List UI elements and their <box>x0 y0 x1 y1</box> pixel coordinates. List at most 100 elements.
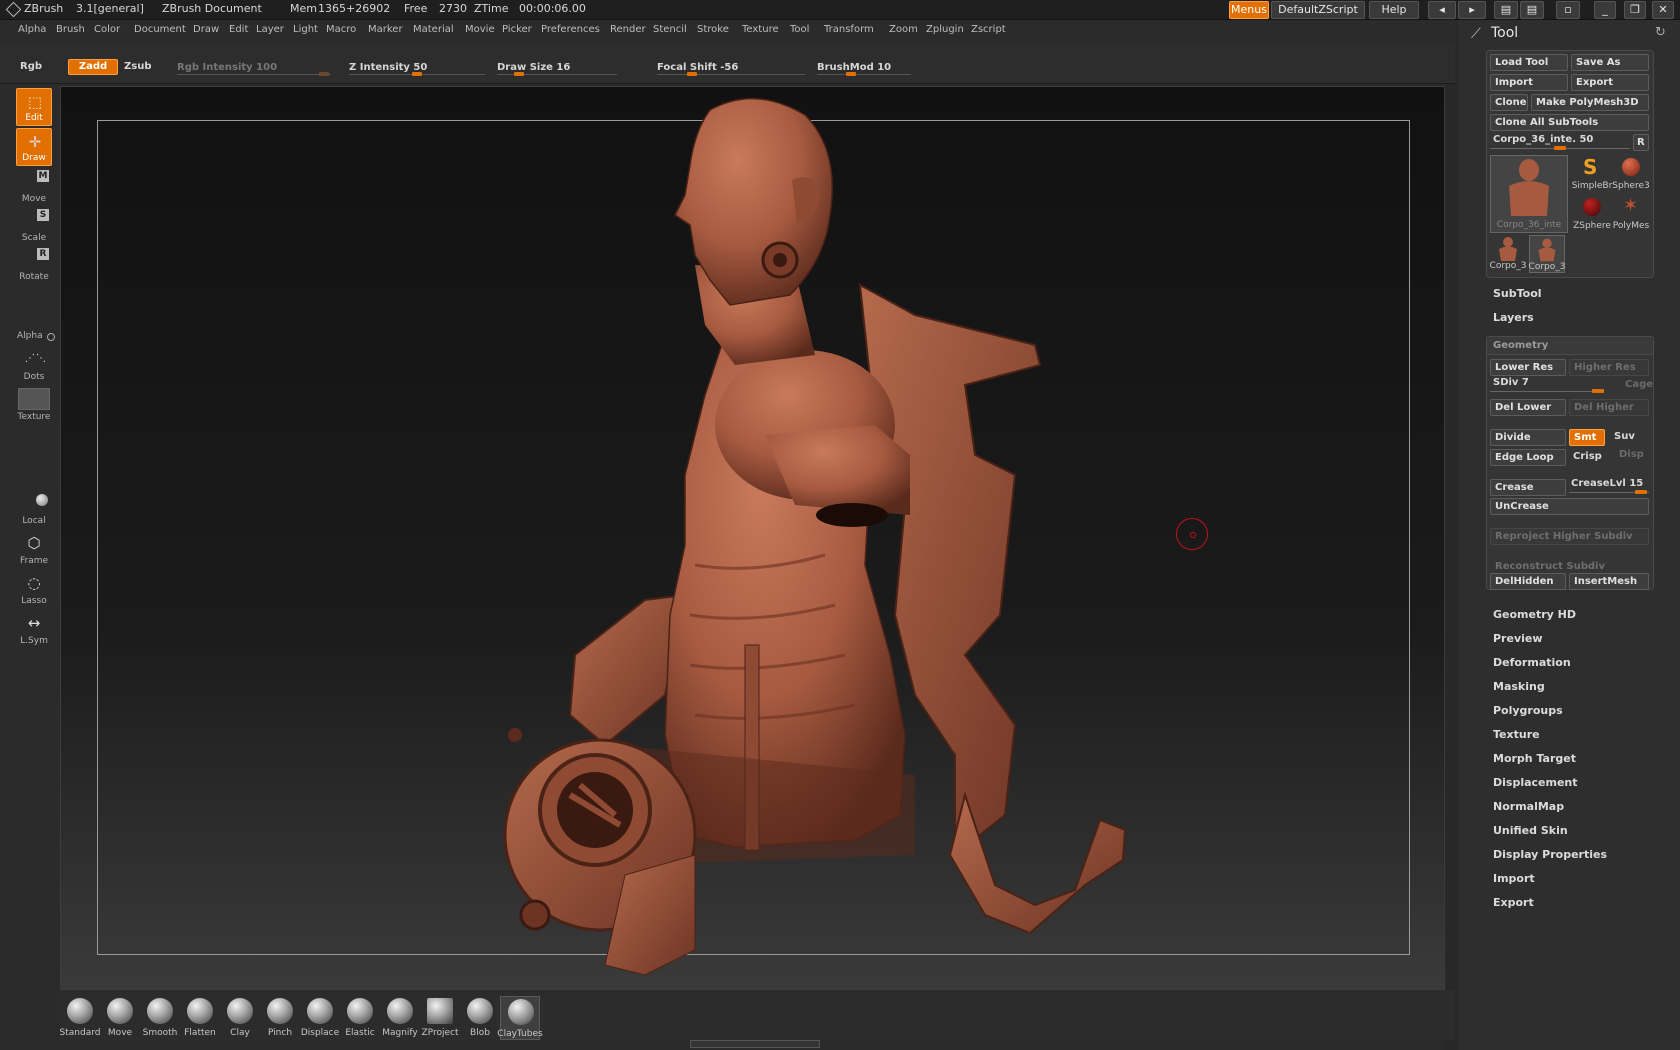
scale-button[interactable]: S Scale <box>16 207 52 245</box>
crease-level-knob[interactable] <box>1635 490 1647 494</box>
brush-pinch[interactable]: Pinch <box>260 996 300 1040</box>
del-higher-button[interactable]: Del Higher <box>1569 399 1649 416</box>
clone-button[interactable]: Clone <box>1490 94 1528 111</box>
rgb-intensity-slider[interactable]: Rgb Intensity 100 <box>177 60 331 78</box>
smt-toggle[interactable]: Smt <box>1569 429 1605 446</box>
focal-shift-slider[interactable]: Focal Shift -56 <box>657 60 805 78</box>
z-intensity-slider[interactable]: Z Intensity 50 <box>349 60 485 78</box>
import-section[interactable]: Import <box>1493 872 1535 885</box>
palette-reset-icon[interactable]: ↻ <box>1655 25 1666 40</box>
current-tool-slider-knob[interactable] <box>1554 146 1566 150</box>
brush-claytubes[interactable]: ClayTubes <box>497 996 543 1040</box>
move-button[interactable]: M Move <box>16 168 52 206</box>
delhidden-button[interactable]: DelHidden <box>1490 573 1566 590</box>
insertmesh-button[interactable]: InsertMesh <box>1569 573 1649 590</box>
brush-magnify[interactable]: Magnify <box>380 996 420 1040</box>
close-icon[interactable]: ✕ <box>1652 1 1674 19</box>
r-button[interactable]: R <box>1633 134 1649 151</box>
brush-smooth[interactable]: Smooth <box>140 996 180 1040</box>
brushmod-knob[interactable] <box>846 72 856 76</box>
menu-material[interactable]: Material <box>413 24 454 35</box>
menu-movie[interactable]: Movie <box>465 24 495 35</box>
uncrease-button[interactable]: UnCrease <box>1490 498 1649 515</box>
crisp-toggle[interactable]: Crisp <box>1573 451 1602 462</box>
clone-all-subtools-button[interactable]: Clone All SubTools <box>1490 114 1649 131</box>
menus-button[interactable]: Menus <box>1229 1 1269 19</box>
morph-target-section[interactable]: Morph Target <box>1493 752 1576 765</box>
menu-render[interactable]: Render <box>610 24 646 35</box>
corpo-thumbnail-a[interactable]: Corpo_3 <box>1490 235 1526 273</box>
layers-section[interactable]: Layers <box>1493 311 1534 324</box>
focal-shift-knob[interactable] <box>687 72 697 76</box>
bottom-tray-handle-icon[interactable] <box>690 1040 820 1048</box>
simplebrush-thumbnail[interactable]: S SimpleBr <box>1572 155 1613 191</box>
current-tool-slider[interactable]: Corpo_36_inte. 50 <box>1490 134 1630 150</box>
minimize-icon[interactable]: _ <box>1594 1 1616 19</box>
menu-brush[interactable]: Brush <box>56 24 85 35</box>
normalmap-section[interactable]: NormalMap <box>1493 800 1564 813</box>
lock-icon[interactable]: ▫ <box>1556 1 1580 19</box>
disp-slider[interactable]: Disp <box>1619 449 1644 460</box>
menu-edit[interactable]: Edit <box>229 24 248 35</box>
menu-document[interactable]: Document <box>134 24 186 35</box>
del-lower-button[interactable]: Del Lower <box>1490 399 1566 416</box>
sphere3d-thumbnail[interactable]: Sphere3 <box>1612 155 1650 191</box>
menu-stroke[interactable]: Stroke <box>697 24 729 35</box>
polymesh-thumbnail[interactable]: ✶ PolyMes <box>1613 195 1649 231</box>
menu-layer[interactable]: Layer <box>256 24 284 35</box>
local-button[interactable]: Local <box>16 490 52 528</box>
divide-button[interactable]: Divide <box>1490 429 1566 446</box>
reproject-higher-subdiv-button[interactable]: Reproject Higher Subdiv <box>1490 528 1649 545</box>
menu-tool[interactable]: Tool <box>790 24 809 35</box>
draw-size-slider[interactable]: Draw Size 16 <box>497 60 617 78</box>
alpha-label[interactable]: Alpha <box>17 331 43 341</box>
menu-texture[interactable]: Texture <box>742 24 779 35</box>
rgb-button[interactable]: Rgb <box>20 61 42 72</box>
sculpt-model-bust[interactable] <box>495 95 1135 980</box>
draw-size-knob[interactable] <box>514 72 524 76</box>
geometry-hd-section[interactable]: Geometry HD <box>1493 608 1576 621</box>
current-tool-thumbnail[interactable]: Corpo_36_inte <box>1490 155 1568 233</box>
higher-res-button[interactable]: Higher Res <box>1569 359 1649 376</box>
save-as-button[interactable]: Save As <box>1571 54 1649 71</box>
menu-picker[interactable]: Picker <box>502 24 532 35</box>
load-tool-button[interactable]: Load Tool <box>1490 54 1568 71</box>
menu-macro[interactable]: Macro <box>326 24 356 35</box>
crease-level-slider[interactable]: CreaseLvl 15 <box>1569 478 1649 494</box>
geometry-header[interactable]: Geometry <box>1487 337 1653 355</box>
zsphere-thumbnail[interactable]: ZSphere <box>1573 195 1611 231</box>
tool-palette-header[interactable]: ⟋ Tool ↻ <box>1459 20 1680 48</box>
menu-zoom[interactable]: Zoom <box>889 24 918 35</box>
scroll-right-icon[interactable]: ▸ <box>1458 1 1486 19</box>
brush-blob[interactable]: Blob <box>460 996 500 1040</box>
lasso-button[interactable]: ◌ Lasso <box>16 570 52 608</box>
menu-zplugin[interactable]: Zplugin <box>926 24 964 35</box>
stroke-dots-button[interactable]: ⋰⋱ Dots <box>16 346 52 384</box>
export-section[interactable]: Export <box>1493 896 1534 909</box>
restore-icon[interactable]: ❐ <box>1624 1 1646 19</box>
deformation-section[interactable]: Deformation <box>1493 656 1571 669</box>
menu-draw[interactable]: Draw <box>193 24 219 35</box>
suv-toggle[interactable]: Suv <box>1614 431 1635 442</box>
tray-right-icon[interactable]: ▤ <box>1520 1 1544 19</box>
menu-transform[interactable]: Transform <box>824 24 874 35</box>
menu-stencil[interactable]: Stencil <box>653 24 687 35</box>
subtool-section[interactable]: SubTool <box>1493 287 1542 300</box>
rotate-button[interactable]: R Rotate <box>16 246 52 284</box>
menu-preferences[interactable]: Preferences <box>541 24 600 35</box>
corpo-thumbnail-b[interactable]: Corpo_3 <box>1529 235 1565 273</box>
import-tool-button[interactable]: Import <box>1490 74 1568 91</box>
alpha-toggle-icon[interactable] <box>47 333 55 341</box>
z-intensity-knob[interactable] <box>412 72 422 76</box>
menu-light[interactable]: Light <box>293 24 318 35</box>
brush-elastic[interactable]: Elastic <box>340 996 380 1040</box>
brush-clay[interactable]: Clay <box>220 996 260 1040</box>
displacement-section[interactable]: Displacement <box>1493 776 1578 789</box>
tray-left-icon[interactable]: ▤ <box>1494 1 1518 19</box>
brush-displace[interactable]: Displace <box>300 996 340 1040</box>
right-tray-divider[interactable] <box>1445 84 1459 1050</box>
rgb-intensity-knob[interactable] <box>319 72 329 76</box>
brush-standard[interactable]: Standard <box>60 996 100 1040</box>
sdiv-slider[interactable]: SDiv 7 <box>1490 377 1604 393</box>
menu-marker[interactable]: Marker <box>368 24 403 35</box>
